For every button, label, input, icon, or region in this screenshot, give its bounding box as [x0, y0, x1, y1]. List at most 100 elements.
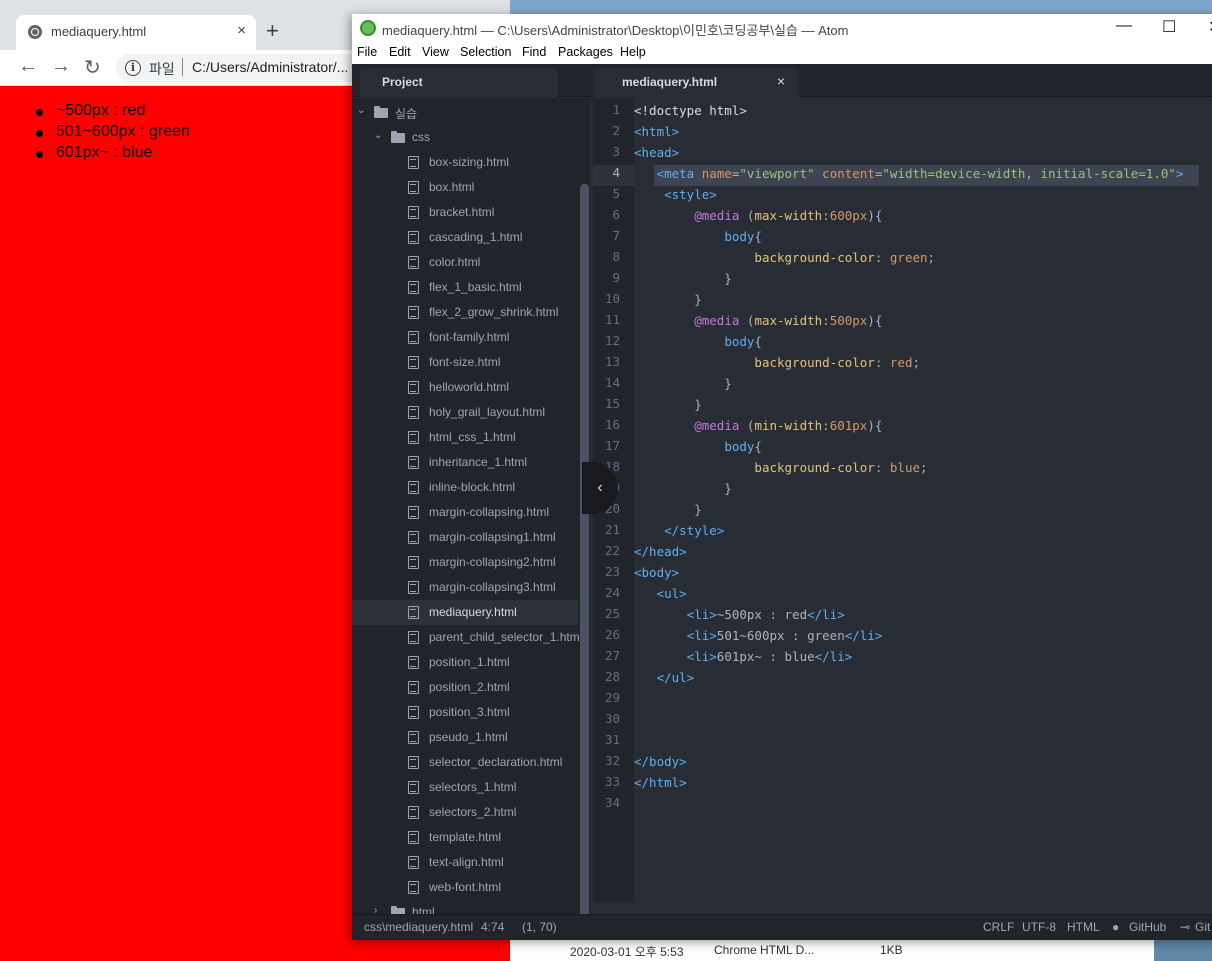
menu-edit[interactable]: Edit	[389, 45, 411, 59]
menu-selection[interactable]: Selection	[460, 45, 511, 59]
tab-close-icon[interactable]: ×	[777, 73, 785, 89]
code-line[interactable]: }	[634, 376, 732, 397]
code-line[interactable]: </style>	[634, 523, 724, 544]
forward-arrow-icon[interactable]: →	[51, 55, 71, 78]
code-area[interactable]: <!doctype html> <html> <head> <meta name="…	[634, 98, 1212, 902]
code-line[interactable]: <li>601px~ : blue</li>	[634, 649, 853, 670]
menu-file[interactable]: File	[357, 45, 377, 59]
tab-project[interactable]: Project	[360, 68, 558, 97]
tab-close-icon[interactable]: ×	[237, 22, 246, 39]
code-line[interactable]: body{	[634, 439, 762, 460]
tree-file-item[interactable]: selectors_1.html	[352, 775, 578, 800]
status-cursor-position[interactable]: 4:74	[481, 920, 504, 934]
tree-folder-root[interactable]: ⌄ 실습	[352, 100, 578, 125]
code-line[interactable]: }	[634, 292, 702, 313]
tree-file-item[interactable]: html_css_1.html	[352, 425, 578, 450]
code-line[interactable]: }	[634, 397, 702, 418]
code-line[interactable]: <head>	[634, 145, 679, 166]
code-line[interactable]: }	[634, 481, 732, 502]
tree-file-item[interactable]: text-align.html	[352, 850, 578, 875]
code-line[interactable]: background-color: blue;	[634, 460, 927, 481]
code-line[interactable]: <li>~500px : red</li>	[634, 607, 845, 628]
atom-titlebar[interactable]: mediaquery.html — C:\Users\Administrator…	[352, 14, 1212, 42]
menu-find[interactable]: Find	[522, 45, 546, 59]
tree-file-item[interactable]: selectors_2.html	[352, 800, 578, 825]
tree-file-item[interactable]: mediaquery.html	[352, 600, 578, 625]
code-line[interactable]: body{	[634, 334, 762, 355]
code-line[interactable]: @media (max-width:600px){	[634, 208, 882, 229]
code-line[interactable]: background-color: green;	[634, 250, 935, 271]
info-icon[interactable]: i	[125, 60, 141, 76]
tree-file-item[interactable]: cascading_1.html	[352, 225, 578, 250]
tree-file-item[interactable]: margin-collapsing3.html	[352, 575, 578, 600]
tree-file-item[interactable]: parent_child_selector_1.html	[352, 625, 582, 650]
code-line[interactable]: background-color: red;	[634, 355, 920, 376]
code-line[interactable]: </ul>	[634, 670, 695, 691]
code-line[interactable]: <li>501~600px : green</li>	[634, 628, 883, 649]
code-line[interactable]: <meta name="viewport" content="width=dev…	[634, 166, 1184, 187]
status-selection-count[interactable]: (1, 70)	[522, 920, 557, 934]
tree-file-item[interactable]: margin-collapsing1.html	[352, 525, 578, 550]
chrome-tab[interactable]: mediaquery.html ×	[16, 15, 256, 50]
reload-icon[interactable]: ↻	[84, 55, 101, 80]
tree-file-item[interactable]: pseudo_1.html	[352, 725, 578, 750]
status-github[interactable]: GitHub	[1129, 920, 1166, 934]
code-editor[interactable]: 1234567891011121314151617181920212223242…	[590, 98, 1212, 914]
tree-scrollbar[interactable]	[580, 184, 589, 914]
status-line-ending[interactable]: CRLF	[983, 920, 1014, 934]
git-icon[interactable]: ⊸	[1180, 920, 1190, 934]
status-git[interactable]: Git	[1195, 920, 1210, 934]
menu-packages[interactable]: Packages	[558, 45, 613, 59]
tree-file-item[interactable]: flex_1_basic.html	[352, 275, 578, 300]
code-line[interactable]: <style>	[634, 187, 717, 208]
code-line[interactable]: body{	[634, 229, 762, 250]
code-line[interactable]: </body>	[634, 754, 687, 775]
code-line[interactable]: </head>	[634, 544, 687, 565]
tree-file-item[interactable]: box.html	[352, 175, 578, 200]
tree-file-item[interactable]: helloworld.html	[352, 375, 578, 400]
code-line[interactable]: @media (min-width:601px){	[634, 418, 882, 439]
github-icon[interactable]: ●	[1112, 920, 1119, 934]
code-line[interactable]: <!doctype html>	[634, 103, 747, 124]
explorer-file-row[interactable]: 2020-03-01 오후 5:53 Chrome HTML D... 1KB	[508, 940, 1154, 961]
tree-file-item[interactable]: web-font.html	[352, 875, 578, 900]
tree-file-item[interactable]: selector_declaration.html	[352, 750, 578, 775]
tree-file-item[interactable]: box-sizing.html	[352, 150, 578, 175]
close-window-button[interactable]: ✕	[1208, 17, 1212, 37]
url-text[interactable]: C:/Users/Administrator/...	[192, 59, 348, 75]
menu-help[interactable]: Help	[620, 45, 646, 59]
tree-file-item[interactable]: inline-block.html	[352, 475, 578, 500]
tree-file-item[interactable]: color.html	[352, 250, 578, 275]
code-line[interactable]: @media (max-width:500px){	[634, 313, 882, 334]
tree-file-item[interactable]: position_2.html	[352, 675, 578, 700]
code-line[interactable]: }	[634, 271, 732, 292]
code-line[interactable]: </html>	[634, 775, 687, 796]
tab-mediaquery[interactable]: mediaquery.html ×	[593, 68, 799, 97]
tree-folder-css[interactable]: ⌄ css	[352, 125, 578, 150]
status-grammar[interactable]: HTML	[1067, 920, 1100, 934]
tree-file-item[interactable]: flex_2_grow_shrink.html	[352, 300, 578, 325]
tree-file-item[interactable]: template.html	[352, 825, 578, 850]
maximize-button[interactable]: ☐	[1162, 17, 1176, 37]
tree-file-item[interactable]: inheritance_1.html	[352, 450, 578, 475]
status-file-path[interactable]: css\mediaquery.html	[364, 920, 473, 934]
code-line[interactable]: }	[634, 502, 702, 523]
tree-file-item[interactable]: margin-collapsing.html	[352, 500, 578, 525]
status-encoding[interactable]: UTF-8	[1022, 920, 1056, 934]
minimize-button[interactable]: —	[1116, 17, 1132, 35]
tree-folder-label: html	[412, 905, 435, 914]
tree-file-item[interactable]: margin-collapsing2.html	[352, 550, 578, 575]
code-line[interactable]: <html>	[634, 124, 679, 145]
new-tab-button[interactable]: +	[266, 18, 279, 44]
tree-file-item[interactable]: holy_grail_layout.html	[352, 400, 578, 425]
tree-file-item[interactable]: bracket.html	[352, 200, 578, 225]
back-arrow-icon[interactable]: ←	[18, 55, 38, 78]
tree-folder-html[interactable]: › html	[352, 900, 578, 914]
tree-file-item[interactable]: font-family.html	[352, 325, 578, 350]
tree-file-item[interactable]: font-size.html	[352, 350, 578, 375]
code-line[interactable]: <body>	[634, 565, 679, 586]
code-line[interactable]: <ul>	[634, 586, 687, 607]
menu-view[interactable]: View	[422, 45, 449, 59]
tree-file-item[interactable]: position_3.html	[352, 700, 578, 725]
tree-file-item[interactable]: position_1.html	[352, 650, 578, 675]
